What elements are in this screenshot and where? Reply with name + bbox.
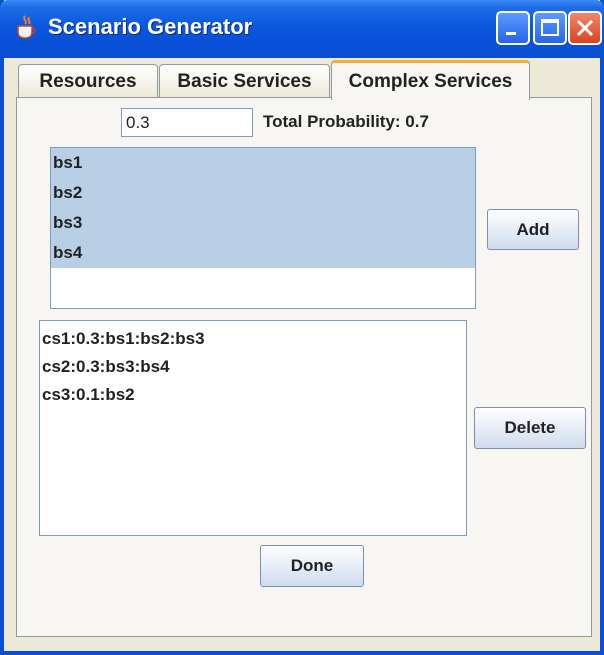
total-probability-label: Total Probability: 0.7 <box>263 112 429 131</box>
maximize-button[interactable] <box>533 11 567 45</box>
maximize-icon <box>541 19 559 36</box>
list-item[interactable]: cs1:0.3:bs1:bs2:bs3 <box>40 325 466 353</box>
tab-strip: Resources Basic Services Complex Service… <box>4 58 600 100</box>
add-button[interactable]: Add <box>487 209 579 250</box>
complex-services-list[interactable]: cs1:0.3:bs1:bs2:bs3 cs2:0.3:bs3:bs4 cs3:… <box>39 320 467 536</box>
main-window: Scenario Generator Resources Basic Servi… <box>0 0 604 655</box>
tab-resources[interactable]: Resources <box>18 64 158 98</box>
list-item[interactable]: bs2 <box>51 178 475 208</box>
done-button[interactable]: Done <box>260 545 364 587</box>
probability-input[interactable] <box>121 108 253 137</box>
close-icon <box>576 19 594 37</box>
basic-services-list[interactable]: bs1 bs2 bs3 bs4 <box>50 147 476 309</box>
minimize-icon <box>506 32 516 35</box>
list-item[interactable]: bs3 <box>51 208 475 238</box>
delete-button[interactable]: Delete <box>474 407 586 449</box>
minimize-button[interactable] <box>496 11 530 45</box>
list-item[interactable]: bs1 <box>51 148 475 178</box>
java-cup-icon <box>17 15 36 39</box>
tab-complex-services[interactable]: Complex Services <box>331 60 530 100</box>
list-item[interactable]: bs4 <box>51 238 475 268</box>
close-button[interactable] <box>568 11 602 45</box>
list-item[interactable]: cs3:0.1:bs2 <box>40 381 466 409</box>
list-item[interactable]: cs2:0.3:bs3:bs4 <box>40 353 466 381</box>
tab-basic-services[interactable]: Basic Services <box>159 64 330 98</box>
window-title: Scenario Generator <box>48 14 253 39</box>
title-bar[interactable]: Scenario Generator <box>0 0 604 58</box>
